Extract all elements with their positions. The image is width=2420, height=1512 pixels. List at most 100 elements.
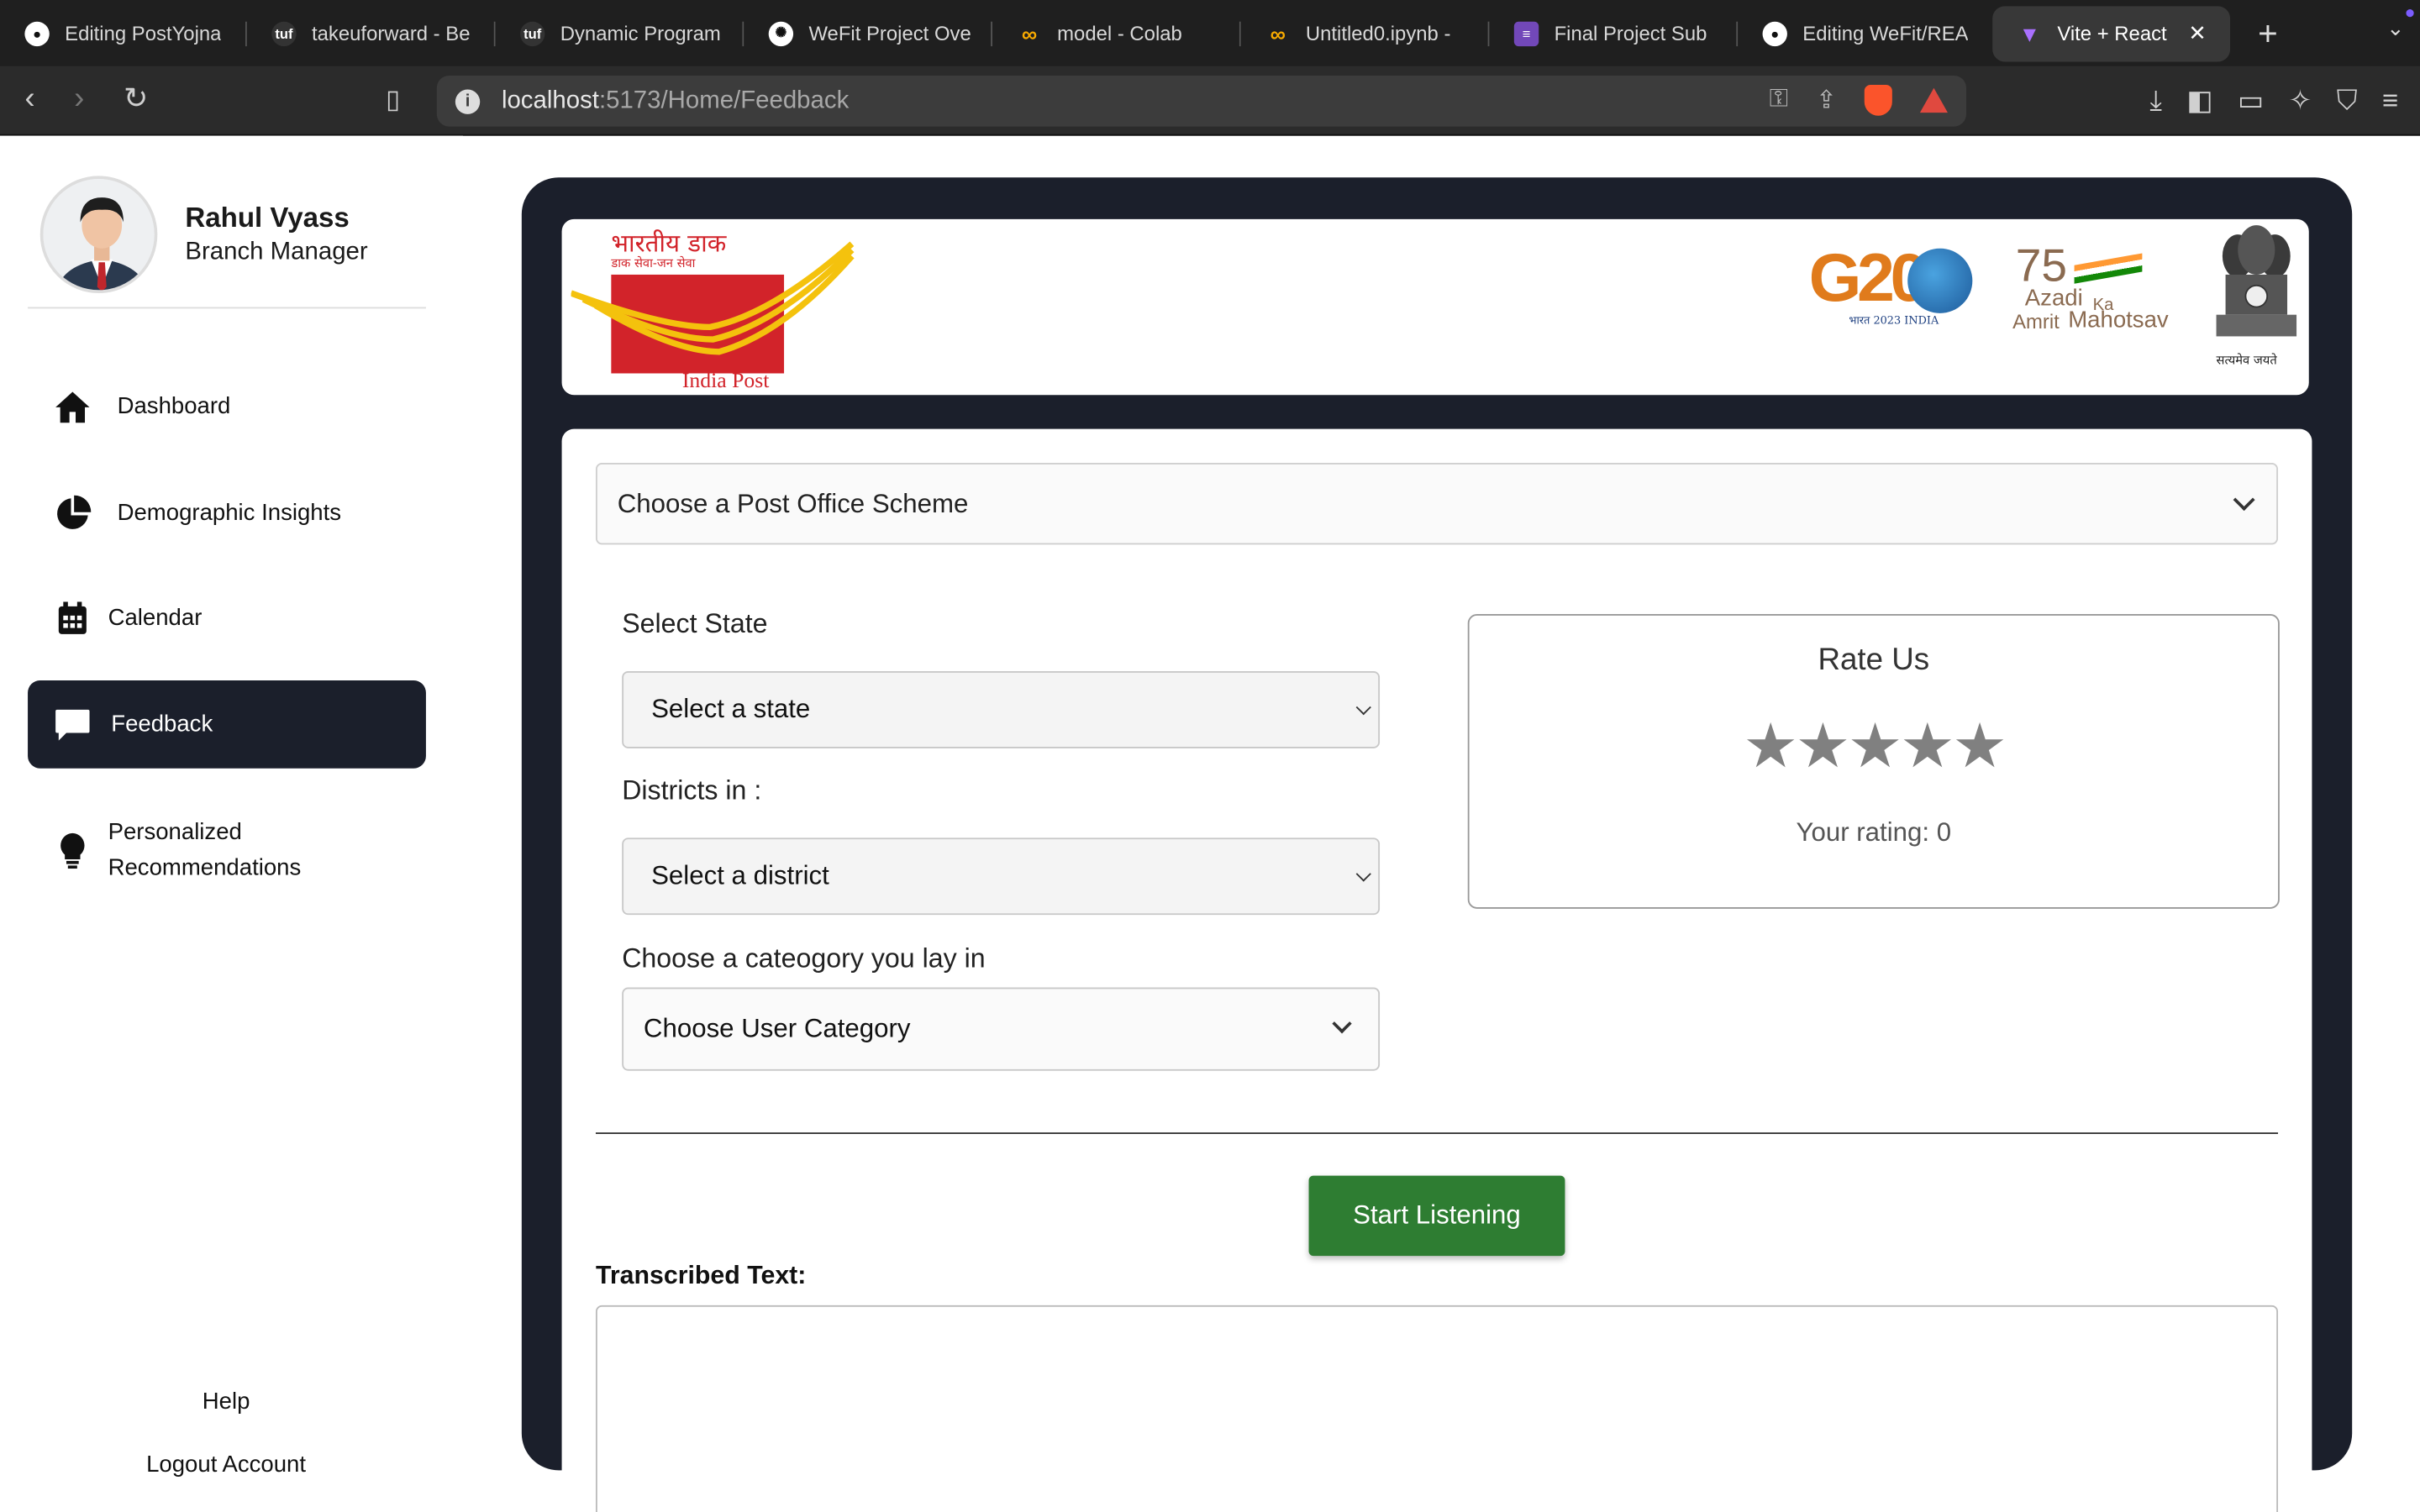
tab-final-project[interactable]: ≡ Final Project Sub — [1489, 5, 1739, 60]
share-icon[interactable]: ⇪ — [1816, 85, 1837, 116]
state-select[interactable]: Select a state — [622, 670, 1381, 748]
vpn-shield-icon[interactable]: ⛉ — [2337, 85, 2358, 118]
tab-label: Untitled0.ipynb - — [1305, 21, 1451, 45]
chevron-down-icon — [1355, 700, 1371, 716]
state-select-value: Select a state — [651, 694, 811, 724]
download-icon[interactable]: ⤓ — [2149, 85, 2162, 118]
tab-label: Editing PostYojna — [65, 21, 222, 45]
url-field[interactable]: i localhost:5173/Home/Feedback ⚿ ⇪ — [436, 76, 1967, 127]
sidebar-item-label-line2: Recommendations — [108, 854, 302, 881]
tab-label: model - Colab — [1057, 21, 1182, 45]
close-tab-icon[interactable]: ✕ — [2188, 20, 2207, 46]
wallet-icon[interactable]: ▭ — [2238, 85, 2264, 118]
tab-model-colab[interactable]: ∞ model - Colab — [992, 5, 1241, 60]
tab-label: Vite + React — [2057, 21, 2167, 45]
lightbulb-icon — [52, 830, 92, 870]
tab-label: Final Project Sub — [1554, 21, 1707, 45]
rate-us-panel: Rate Us ★★★★★ Your rating: 0 — [1467, 614, 2280, 909]
chat-icon — [52, 704, 92, 744]
sidebar-item-calendar[interactable]: Calendar — [28, 574, 426, 662]
forms-icon: ≡ — [1513, 20, 1539, 46]
category-select-value: Choose User Category — [643, 1013, 911, 1043]
transcribed-text-label: Transcribed Text: — [595, 1262, 807, 1290]
tab-takeuforward[interactable]: tuf takeuforward - Be — [247, 5, 496, 60]
sidebar: Rahul Vyass Branch Manager Dashboard Dem… — [0, 135, 464, 1512]
category-label: Choose a cateogory you lay in — [622, 942, 986, 974]
github-icon: ● — [24, 20, 50, 46]
home-icon — [52, 386, 92, 427]
browser-tab-bar: ● Editing PostYojna tuf takeuforward - B… — [0, 0, 2420, 66]
sidebar-item-demographic-insights[interactable]: Demographic Insights — [28, 469, 426, 557]
tuf-icon: tuf — [519, 20, 545, 46]
g20-sub: भारत 2023 INDIA — [1849, 314, 1939, 328]
reload-button[interactable]: ↻ — [124, 81, 148, 117]
tab-label: takeuforward - Be — [312, 21, 471, 45]
header-banner: भारतीय डाक डाक सेवा-जन सेवा India Post G… — [561, 218, 2309, 396]
browser-address-bar: ‹ › ↻ ▯ i localhost:5173/Home/Feedback ⚿… — [0, 66, 2420, 136]
tab-editing-wefit[interactable]: ● Editing WeFit/REA — [1738, 5, 1986, 60]
sidebar-item-label: Dashboard — [117, 393, 231, 420]
github-icon: ● — [1762, 20, 1787, 46]
chevron-down-icon — [1355, 866, 1371, 882]
india-post-logo: भारतीय डाक डाक सेवा-जन सेवा India Post — [571, 225, 865, 393]
tab-untitled-ipynb[interactable]: ∞ Untitled0.ipynb - — [1241, 5, 1490, 60]
flag-stripes-icon — [2074, 253, 2143, 284]
openai-icon: ✺ — [768, 20, 794, 46]
sidebar-item-dashboard[interactable]: Dashboard — [28, 363, 426, 451]
sidebar-item-label: Calendar — [108, 605, 203, 632]
emblem-motto: सत्यमेव जयते — [2216, 353, 2277, 368]
url-path: :5173/Home/Feedback — [598, 87, 850, 114]
tab-label: WeFit Project Ove — [808, 21, 971, 45]
tab-dynamic-programming[interactable]: tuf Dynamic Program — [496, 5, 744, 60]
sidebar-toggle-icon[interactable]: ◧ — [2186, 85, 2212, 118]
tab-editing-postyojna[interactable]: ● Editing PostYojna — [0, 5, 247, 60]
azadi-line3: Mahotsav — [2068, 307, 2169, 333]
new-tab-button[interactable]: + — [2258, 13, 2278, 54]
scheme-select-value: Choose a Post Office Scheme — [617, 488, 969, 518]
sidebar-item-personalized-recommendations[interactable]: Personalized Recommendations — [28, 804, 426, 896]
tab-label: Editing WeFit/REA — [1802, 21, 1969, 45]
globe-icon — [1907, 248, 1973, 313]
g20-text: G20 — [1808, 240, 1928, 317]
colab-icon: ∞ — [1021, 20, 1038, 46]
rating-value: Your rating: 0 — [1796, 817, 1952, 848]
vite-icon: ▼ — [2018, 20, 2041, 46]
user-profile: Rahul Vyass Branch Manager — [39, 176, 368, 293]
sidebar-divider — [28, 307, 426, 309]
brave-shield-icon[interactable] — [1864, 85, 1892, 116]
logout-link[interactable]: Logout Account — [0, 1452, 452, 1478]
section-divider — [595, 1132, 2279, 1135]
chevron-down-icon — [2233, 489, 2255, 512]
user-category-select[interactable]: Choose User Category — [622, 987, 1381, 1071]
azadi-ka-amrit-mahotsav-logo: 75 Azadi Ka Amrit Mahotsav — [2012, 241, 2186, 340]
start-listening-button[interactable]: Start Listening — [1308, 1175, 1565, 1257]
scheme-select[interactable]: Choose a Post Office Scheme — [595, 463, 2279, 545]
sidebar-item-label-line1: Personalized — [108, 819, 242, 846]
star-rating[interactable]: ★★★★★ — [1470, 711, 2278, 782]
azadi-line2: Amrit — [2012, 310, 2060, 333]
tuf-icon: tuf — [271, 20, 297, 46]
feedback-form-card: Choose a Post Office Scheme Select State… — [561, 428, 2312, 1512]
back-button[interactable]: ‹ — [24, 81, 34, 117]
transcribed-text-area[interactable] — [595, 1305, 2279, 1512]
brave-rewards-icon[interactable] — [1919, 87, 1948, 113]
forward-button[interactable]: › — [74, 81, 84, 117]
menu-icon[interactable]: ≡ — [2382, 85, 2398, 118]
bookmark-icon[interactable]: ▯ — [386, 85, 400, 116]
password-key-icon[interactable]: ⚿ — [1770, 87, 1788, 114]
tab-wefit-project[interactable]: ✺ WeFit Project Ove — [744, 5, 993, 60]
sidebar-item-feedback[interactable]: Feedback — [28, 680, 426, 769]
tab-label: Dynamic Program — [560, 21, 721, 45]
url-host: localhost — [501, 87, 599, 114]
india-post-text: India Post — [681, 370, 770, 394]
tab-vite-react[interactable]: ▼ Vite + React ✕ — [1992, 5, 2231, 61]
district-label: Districts in : — [622, 774, 762, 806]
tab-list-chevron-icon[interactable]: ⌄ — [2386, 15, 2405, 41]
help-link[interactable]: Help — [0, 1389, 452, 1415]
site-info-icon[interactable]: i — [455, 88, 481, 114]
district-select[interactable]: Select a district — [622, 837, 1381, 916]
rate-us-title: Rate Us — [1818, 643, 1930, 678]
leo-ai-icon[interactable]: ✧ — [2289, 85, 2312, 118]
calendar-icon — [52, 598, 92, 638]
sidebar-item-label: Feedback — [111, 711, 213, 738]
